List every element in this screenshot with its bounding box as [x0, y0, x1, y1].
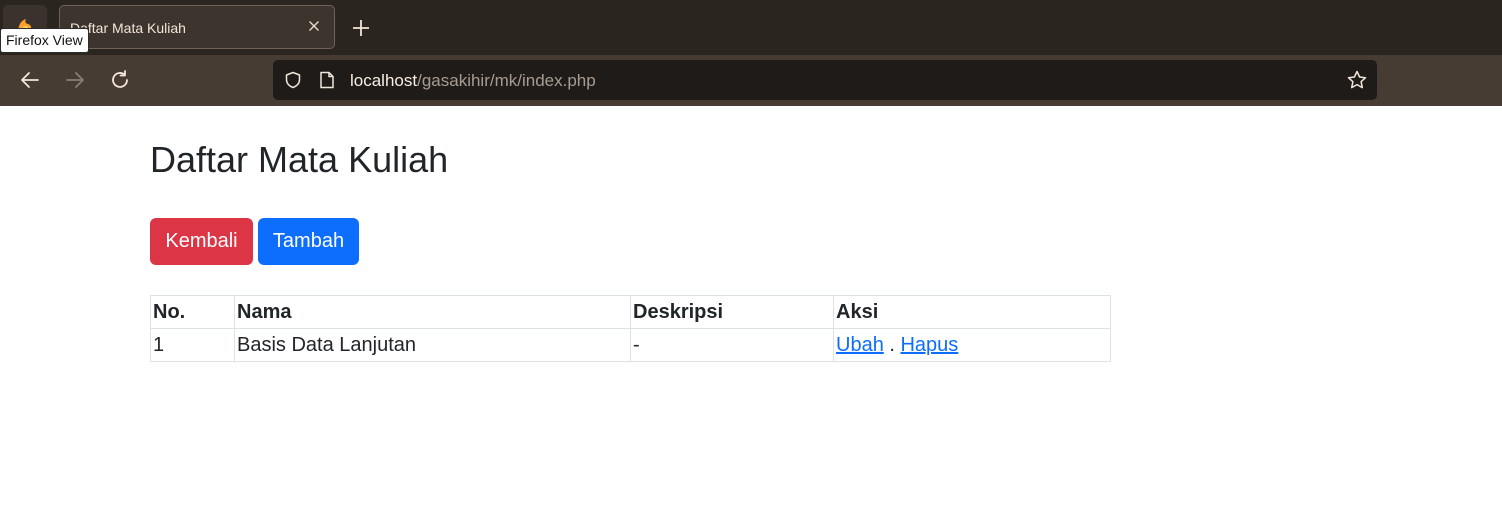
- back-button[interactable]: Kembali: [150, 218, 253, 265]
- course-table: No. Nama Deskripsi Aksi 1 Basis Data Lan…: [150, 295, 1111, 362]
- page-title: Daftar Mata Kuliah: [150, 139, 449, 180]
- arrow-right-icon[interactable]: [64, 69, 86, 91]
- column-header-no: No.: [150, 295, 235, 329]
- url-path: /gasakihir/mk/index.php: [417, 71, 596, 90]
- edit-link[interactable]: Ubah: [836, 334, 884, 356]
- cell-aksi: Ubah . Hapus: [833, 328, 1111, 362]
- table-header-row: No. Nama Deskripsi Aksi: [150, 295, 1111, 329]
- reload-icon[interactable]: [109, 69, 131, 91]
- cell-no: 1: [150, 328, 235, 362]
- column-header-aksi: Aksi: [833, 295, 1111, 329]
- browser-nav-bar: localhost/gasakihir/mk/index.php: [0, 55, 1502, 106]
- cell-deskripsi: -: [630, 328, 834, 362]
- cell-nama: Basis Data Lanjutan: [234, 328, 631, 362]
- close-icon[interactable]: [306, 18, 322, 34]
- url-host: localhost: [350, 71, 418, 90]
- table-row: 1 Basis Data Lanjutan - Ubah . Hapus: [150, 328, 1111, 362]
- url-bar[interactable]: localhost/gasakihir/mk/index.php: [273, 60, 1377, 100]
- firefox-view-tooltip: Firefox View: [0, 28, 89, 53]
- shield-icon[interactable]: [284, 71, 302, 89]
- url-text[interactable]: localhost/gasakihir/mk/index.php: [350, 71, 596, 91]
- column-header-deskripsi: Deskripsi: [630, 295, 834, 329]
- tab-daftar-mata-kuliah[interactable]: Daftar Mata Kuliah: [59, 5, 335, 49]
- action-separator: .: [883, 333, 901, 356]
- add-button[interactable]: Tambah: [258, 218, 359, 265]
- arrow-left-icon[interactable]: [19, 69, 41, 91]
- column-header-nama: Nama: [234, 295, 631, 329]
- delete-link[interactable]: Hapus: [900, 334, 958, 356]
- plus-icon[interactable]: [350, 17, 372, 39]
- page-icon[interactable]: [319, 71, 335, 89]
- star-icon[interactable]: [1346, 69, 1368, 91]
- browser-tab-bar: Daftar Mata Kuliah Firefox View: [0, 0, 1502, 55]
